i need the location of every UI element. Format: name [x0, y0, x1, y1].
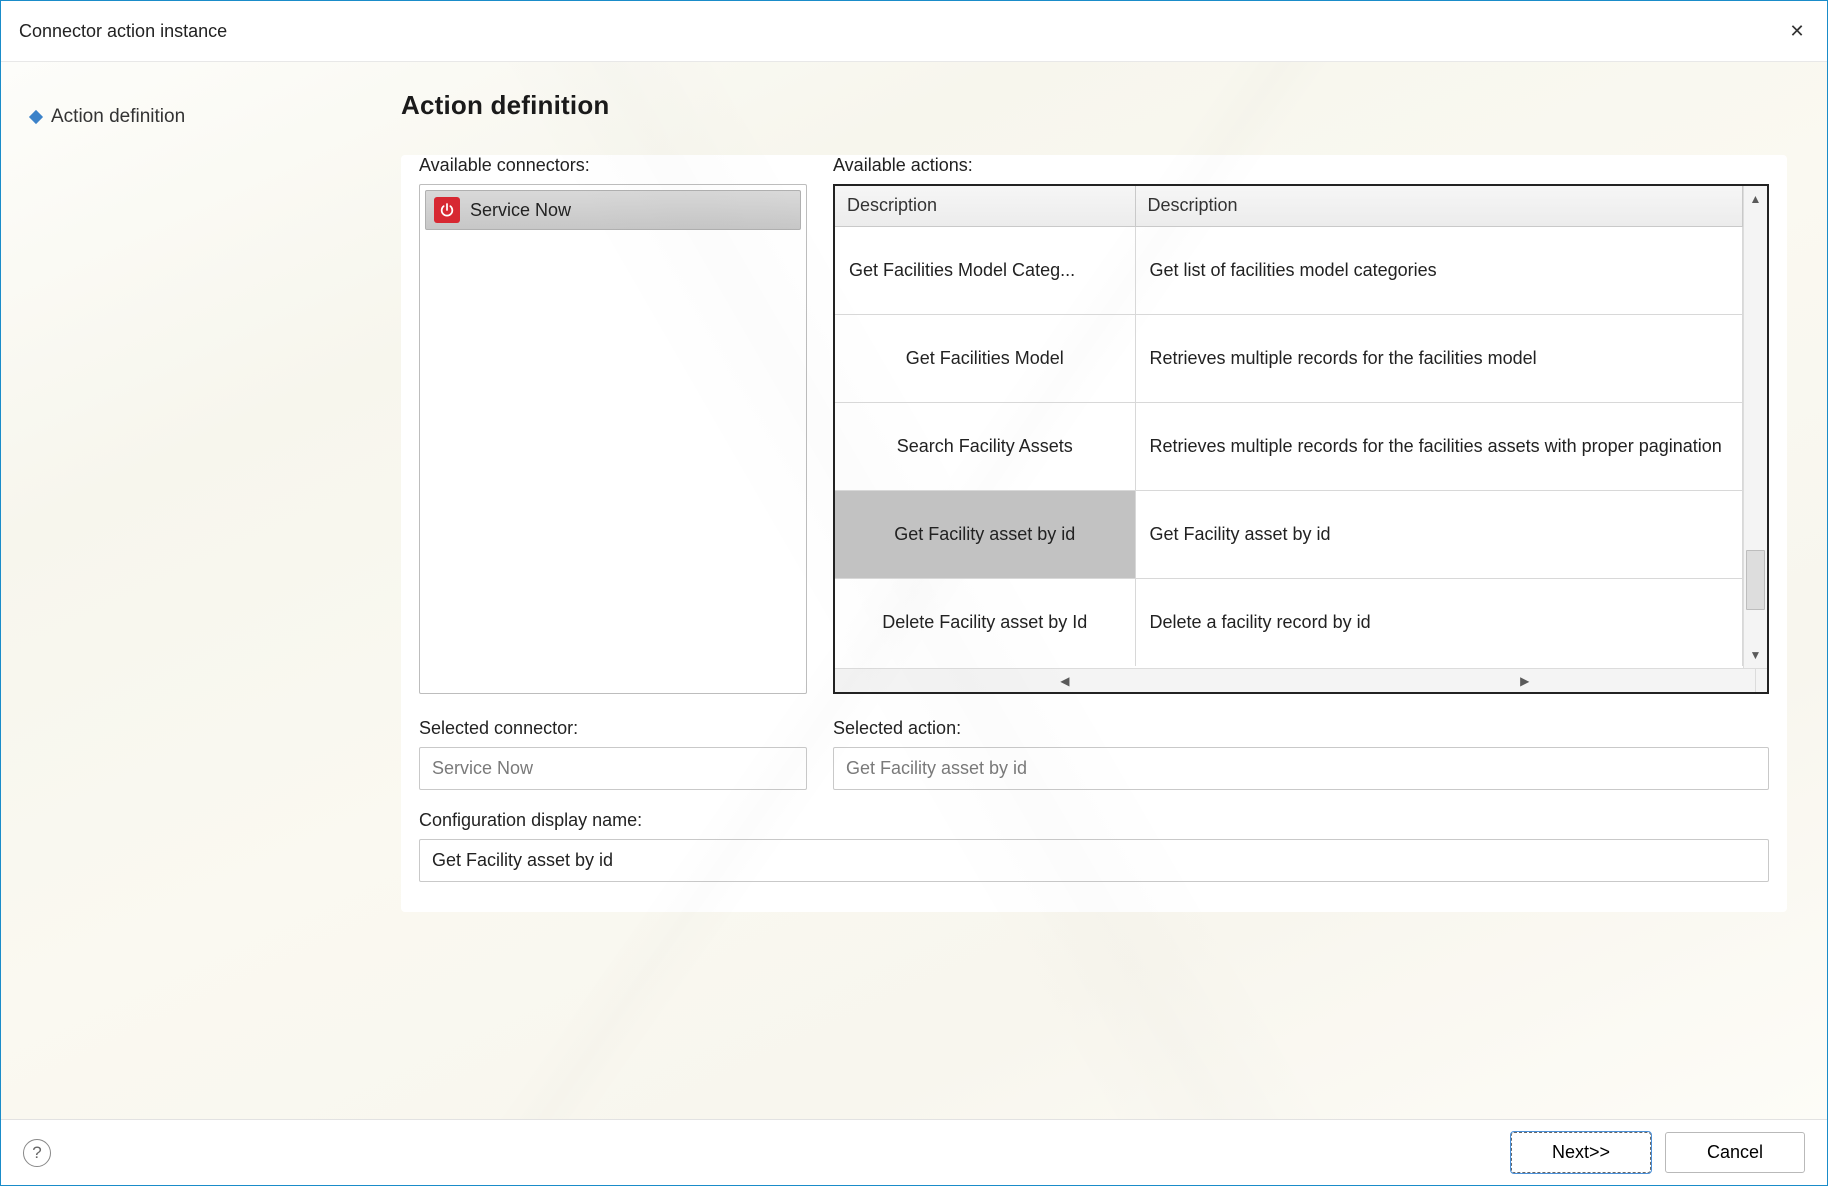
footer-buttons: Next>> Cancel — [1511, 1132, 1805, 1173]
actions-table-wrap: Description Description Get Facilities M… — [835, 186, 1767, 668]
help-button[interactable]: ? — [23, 1139, 51, 1167]
selected-action-field[interactable] — [833, 747, 1769, 790]
action-desc-cell: Retrieves multiple records for the facil… — [1135, 314, 1743, 402]
selected-fields-row: Selected connector: Selected action: — [419, 718, 1769, 790]
action-name-cell: Delete Facility asset by Id — [835, 578, 1135, 666]
diamond-icon — [29, 110, 43, 124]
table-row[interactable]: Delete Facility asset by Id Delete a fac… — [835, 578, 1743, 666]
form-card: Available connectors: Service Now — [401, 155, 1787, 912]
table-row[interactable]: Search Facility Assets Retrieves multipl… — [835, 402, 1743, 490]
connector-item-label: Service Now — [470, 200, 571, 221]
scrollbar-thumb[interactable] — [1746, 550, 1765, 610]
connector-list[interactable]: Service Now — [419, 184, 807, 694]
action-desc-cell: Get Facility asset by id — [1135, 490, 1743, 578]
horizontal-scrollbar[interactable]: ◀ ▶ — [835, 668, 1767, 692]
top-columns: Available connectors: Service Now — [419, 155, 1769, 694]
selected-action-group: Selected action: — [833, 718, 1769, 790]
scroll-right-arrow-icon[interactable]: ▶ — [1295, 670, 1755, 692]
available-connectors-label: Available connectors: — [419, 155, 807, 176]
close-button[interactable]: ✕ — [1769, 11, 1825, 51]
selected-connector-group: Selected connector: — [419, 718, 807, 790]
actions-col-header-0[interactable]: Description — [835, 186, 1135, 226]
connectors-column: Available connectors: Service Now — [419, 155, 807, 694]
action-desc-cell: Delete a facility record by id — [1135, 578, 1743, 666]
actions-table-scroll[interactable]: Description Description Get Facilities M… — [835, 186, 1743, 668]
config-name-field[interactable] — [419, 839, 1769, 882]
window-title: Connector action instance — [19, 21, 227, 42]
table-row[interactable]: Get Facilities Model Retrieves multiple … — [835, 314, 1743, 402]
scroll-left-arrow-icon[interactable]: ◀ — [835, 670, 1295, 692]
actions-table: Description Description Get Facilities M… — [835, 186, 1743, 666]
selected-connector-label: Selected connector: — [419, 718, 807, 739]
content-area: Action definition Action definition Avai… — [1, 62, 1827, 1119]
action-desc-cell: Retrieves multiple records for the facil… — [1135, 402, 1743, 490]
action-name-cell: Get Facility asset by id — [835, 490, 1135, 578]
next-button[interactable]: Next>> — [1511, 1132, 1651, 1173]
selected-connector-field[interactable] — [419, 747, 807, 790]
sidebar-item-label: Action definition — [51, 106, 185, 128]
config-name-label: Configuration display name: — [419, 810, 1769, 831]
table-row[interactable]: Get Facility asset by id Get Facility as… — [835, 490, 1743, 578]
sidebar-item-action-definition[interactable]: Action definition — [31, 102, 371, 132]
wizard-sidebar: Action definition — [1, 62, 371, 1119]
config-name-row: Configuration display name: — [419, 810, 1769, 882]
dialog-window: Connector action instance ✕ Action defin… — [1, 1, 1827, 1185]
page-heading: Action definition — [401, 90, 1787, 121]
action-name-cell: Get Facilities Model — [835, 314, 1135, 402]
scroll-up-arrow-icon[interactable]: ▲ — [1744, 188, 1767, 210]
power-icon — [434, 197, 460, 223]
actions-column: Available actions: Description Descripti… — [833, 155, 1769, 694]
close-icon: ✕ — [1789, 21, 1804, 42]
titlebar: Connector action instance ✕ — [1, 1, 1827, 62]
dialog-footer: ? Next>> Cancel — [1, 1119, 1827, 1185]
actions-col-header-1[interactable]: Description — [1135, 186, 1743, 226]
main-panel: Action definition Available connectors: — [371, 62, 1827, 1119]
action-name-cell: Search Facility Assets — [835, 402, 1135, 490]
cancel-button[interactable]: Cancel — [1665, 1132, 1805, 1173]
vertical-scrollbar[interactable]: ▲ ▼ — [1743, 186, 1767, 668]
scroll-down-arrow-icon[interactable]: ▼ — [1744, 644, 1767, 666]
action-desc-cell: Get list of facilities model categories — [1135, 226, 1743, 314]
table-row[interactable]: Get Facilities Model Categ... Get list o… — [835, 226, 1743, 314]
actions-table-box: Description Description Get Facilities M… — [833, 184, 1769, 694]
selected-action-label: Selected action: — [833, 718, 1769, 739]
help-icon: ? — [32, 1143, 41, 1163]
scrollbar-track[interactable] — [1744, 210, 1767, 644]
connector-item-service-now[interactable]: Service Now — [425, 190, 801, 230]
available-actions-label: Available actions: — [833, 155, 1769, 176]
action-name-cell: Get Facilities Model Categ... — [835, 226, 1135, 314]
